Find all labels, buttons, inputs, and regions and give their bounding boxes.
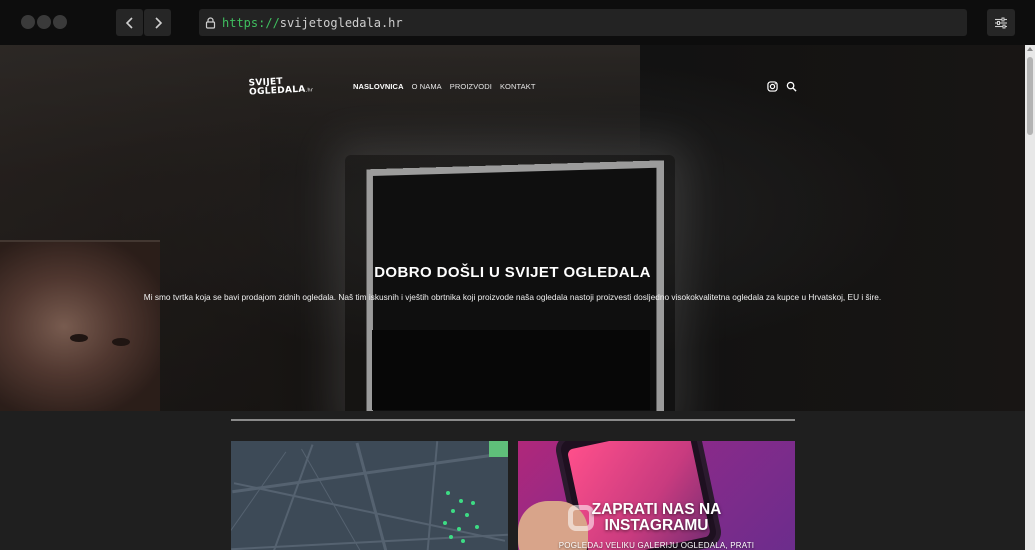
- chevron-left-icon: [125, 16, 133, 29]
- map-card[interactable]: [231, 441, 508, 550]
- hero-title: DOBRO DOŠLI U SVIJET OGLEDALA: [374, 264, 651, 281]
- nav-item-naslovnica[interactable]: NASLOVNICA: [353, 82, 404, 91]
- address-bar[interactable]: https://svijetogledala.hr: [199, 9, 967, 36]
- site-nav: NASLOVNICA O NAMA PROIZVODI KONTAKT: [353, 82, 536, 91]
- url-text: https://svijetogledala.hr: [222, 16, 403, 30]
- nav-item-proizvodi[interactable]: PROIZVODI: [450, 82, 492, 91]
- browser-toolbar: https://svijetogledala.hr: [0, 0, 1035, 45]
- nav-item-kontakt[interactable]: KONTAKT: [500, 82, 536, 91]
- sliders-icon: [995, 17, 1007, 28]
- window-dot-close[interactable]: [21, 15, 35, 29]
- browser-menu-button[interactable]: [987, 9, 1015, 36]
- window-dot-minimize[interactable]: [37, 15, 51, 29]
- window-dot-maximize[interactable]: [53, 15, 67, 29]
- chevron-right-icon: [154, 16, 162, 29]
- scroll-up-icon[interactable]: [1027, 47, 1033, 51]
- lock-icon: [205, 16, 216, 29]
- forward-button[interactable]: [144, 9, 171, 36]
- hero-subtitle: Mi smo tvrtka koja se bavi prodajom zidn…: [143, 292, 882, 302]
- instagram-icon[interactable]: [767, 81, 778, 92]
- section-divider: [231, 419, 795, 421]
- logo-line2: OGLEDALA: [248, 84, 306, 98]
- instagram-title-line1: ZAPRATI NAS NA: [591, 501, 722, 518]
- page-scrollbar[interactable]: [1025, 45, 1035, 550]
- logo-suffix: .hr: [305, 87, 314, 94]
- instagram-card-title: ZAPRATI NAS NA INSTAGRAMU: [518, 502, 795, 534]
- search-icon[interactable]: [786, 81, 797, 92]
- instagram-card[interactable]: ZAPRATI NAS NA INSTAGRAMU POGLEDAJ VELIK…: [518, 441, 795, 550]
- url-host: svijetogledala.hr: [279, 15, 403, 30]
- scroll-thumb[interactable]: [1027, 57, 1033, 135]
- instagram-card-subtitle: POGLEDAJ VELIKU GALERIJU OGLEDALA, PRATI: [558, 541, 755, 550]
- site-logo[interactable]: SVIJET OGLEDALA.hr: [248, 76, 313, 101]
- url-scheme: https://: [222, 15, 280, 30]
- hero-section: SVIJET OGLEDALA.hr NASLOVNICA O NAMA PRO…: [0, 45, 1025, 411]
- hero-overlay: [0, 45, 1025, 411]
- nav-item-o-nama[interactable]: O NAMA: [412, 82, 442, 91]
- back-button[interactable]: [116, 9, 143, 36]
- page-viewport: SVIJET OGLEDALA.hr NASLOVNICA O NAMA PRO…: [0, 45, 1025, 550]
- instagram-title-line2: INSTAGRAMU: [604, 517, 709, 534]
